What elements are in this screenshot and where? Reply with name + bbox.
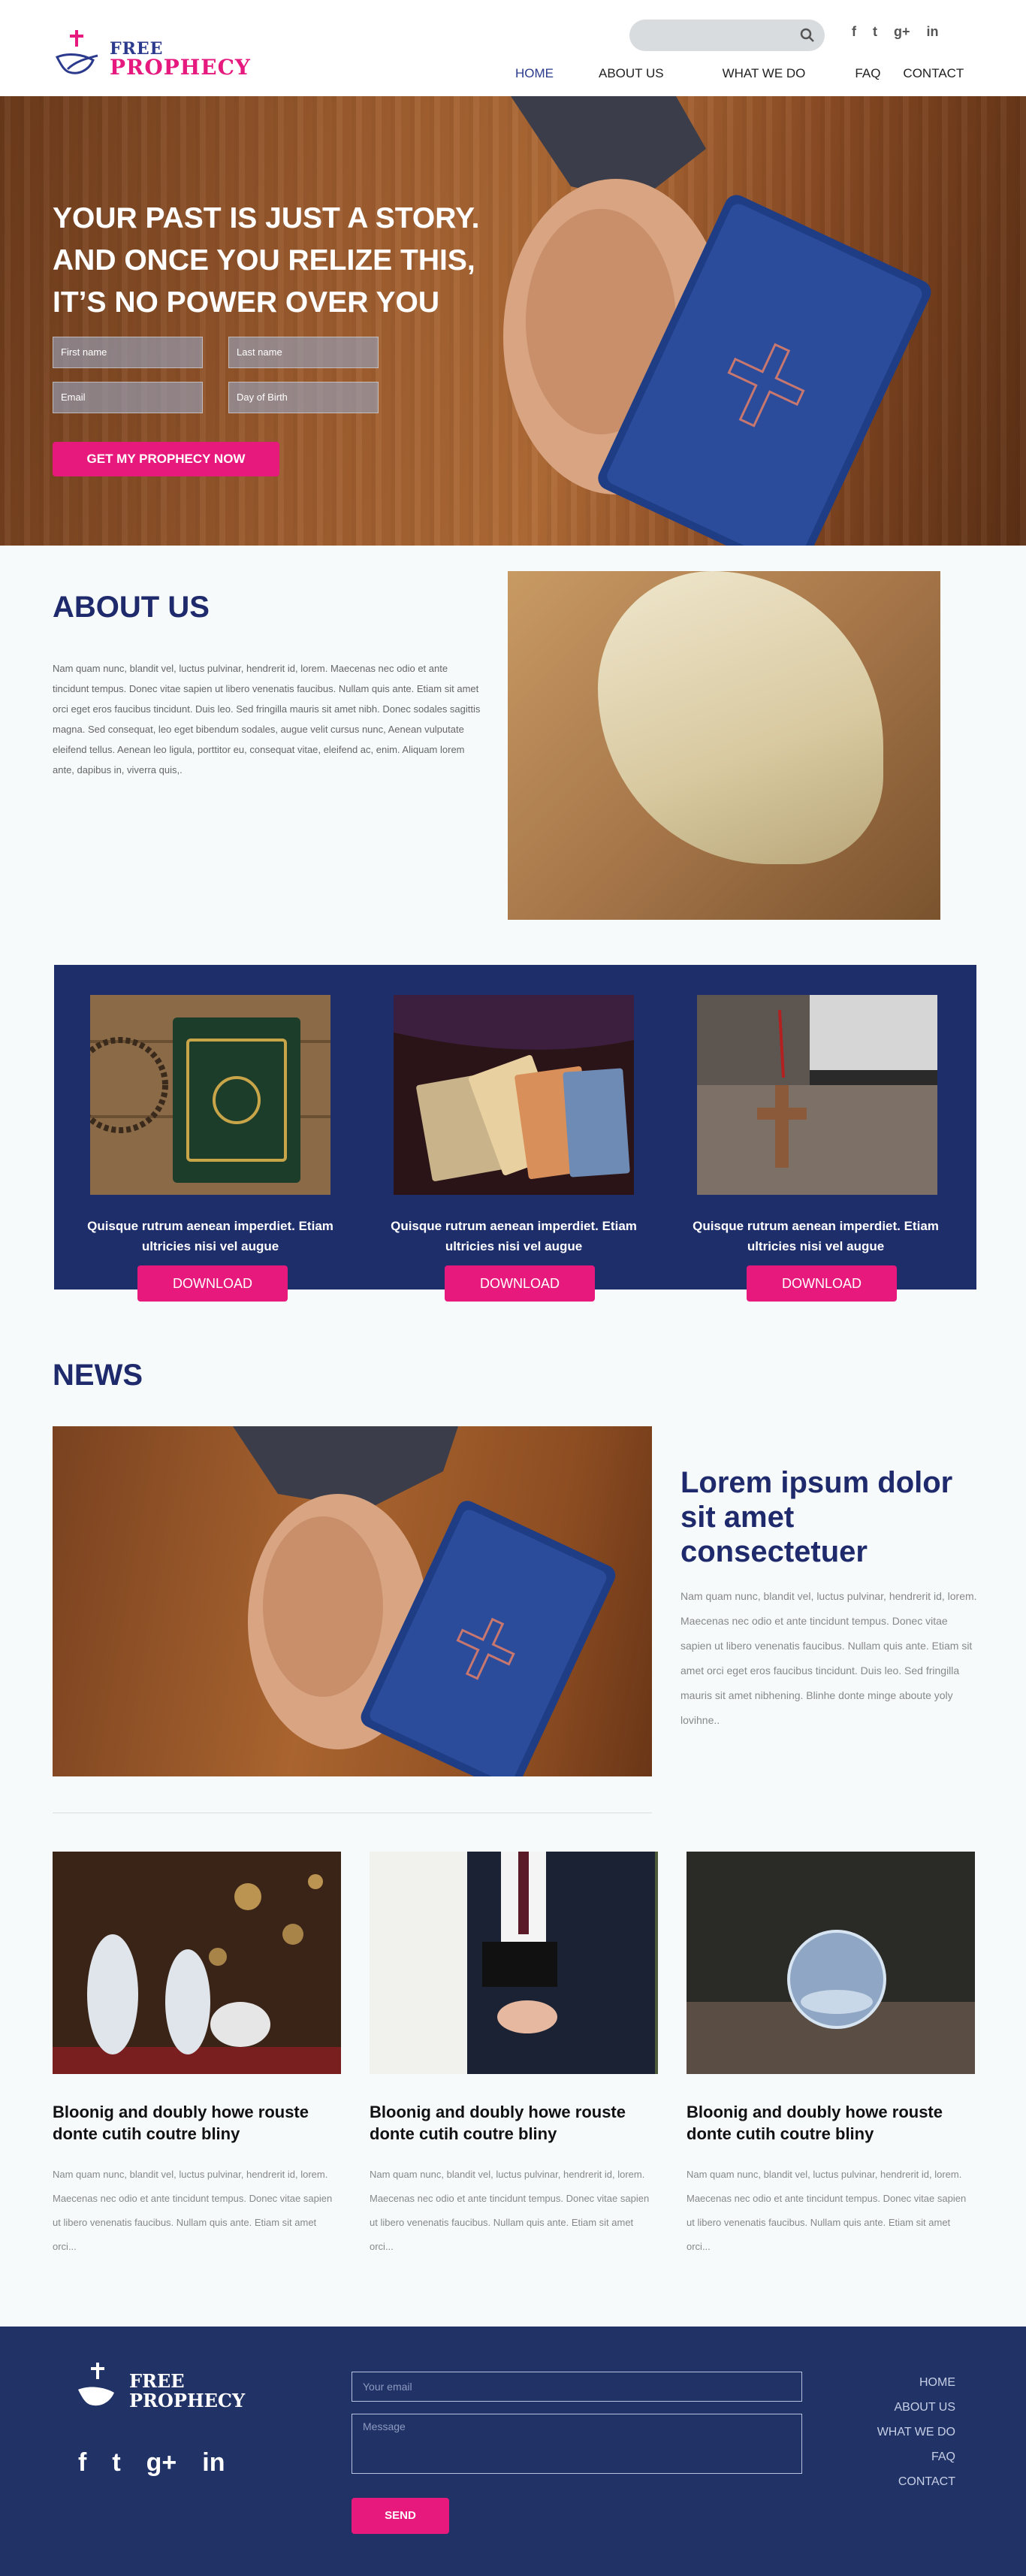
post-title[interactable]: Bloonig and doubly howe rouste donte cut… [687, 2101, 975, 2145]
footer-brand-line-2: PROPHECY [129, 2390, 246, 2411]
brand-line-2: PROPHECY [110, 55, 251, 80]
email-field[interactable]: Email [53, 382, 203, 413]
post-title[interactable]: Bloonig and doubly howe rouste donte cut… [370, 2101, 658, 2145]
search-icon[interactable] [799, 27, 816, 44]
about-section: ABOUT US Nam quam nunc, blandit vel, luc… [0, 546, 1026, 966]
twitter-icon[interactable]: t [873, 24, 877, 40]
post-image-crystal-ball [687, 1852, 975, 2074]
post-image-nativity [53, 1852, 341, 2074]
card-title: Quisque rutrum aenean imperdiet. Etiam u… [693, 1219, 939, 1253]
date-of-birth-field[interactable]: Day of Birth [228, 382, 379, 413]
twitter-icon[interactable]: t [112, 2448, 120, 2478]
main-nav: HOME ABOUT US WHAT WE DO FAQ CONTACT [515, 66, 964, 81]
post-title[interactable]: Bloonig and doubly howe rouste donte cut… [53, 2101, 341, 2145]
about-image [508, 571, 940, 920]
hero-banner: YOUR PAST IS JUST A STORY. AND ONCE YOU … [0, 96, 1026, 546]
post-image-wedding [370, 1852, 658, 2074]
social-links: f t g+ in [852, 24, 939, 40]
news-body: Nam quam nunc, blandit vel, luctus pulvi… [680, 1590, 977, 1726]
nav-about-us[interactable]: ABOUT US [599, 66, 664, 81]
nav-what-we-do[interactable]: WHAT WE DO [723, 66, 806, 81]
hero-headline: YOUR PAST IS JUST A STORY. AND ONCE YOU … [53, 202, 480, 319]
footer-brand-line-1: FREE [129, 2370, 185, 2392]
footer-message-field[interactable]: Message [352, 2414, 802, 2474]
brand-name: FREE PROPHECY [110, 41, 251, 78]
post-excerpt: Nam quam nunc, blandit vel, luctus pulvi… [53, 2169, 333, 2252]
download-button[interactable]: DOWNLOAD [137, 1265, 288, 1302]
footer-nav: HOME ABOUT US WHAT WE DO FAQ CONTACT [877, 2370, 955, 2494]
facebook-icon[interactable]: f [78, 2448, 86, 2478]
post-excerpt: Nam quam nunc, blandit vel, luctus pulvi… [687, 2169, 967, 2252]
footer-dove-cross-icon [78, 2363, 114, 2406]
nav-faq[interactable]: FAQ [855, 66, 880, 81]
send-button[interactable]: SEND [352, 2498, 449, 2534]
about-title: ABOUT US [53, 591, 210, 624]
news-title: NEWS [53, 1359, 143, 1392]
footer-logo[interactable]: FREE PROPHECY [75, 2360, 245, 2423]
linkedin-icon[interactable]: in [927, 24, 939, 40]
robe-figure [598, 571, 883, 864]
logo[interactable]: FREE PROPHECY [53, 27, 251, 92]
footer-email-field[interactable]: Your email [352, 2372, 802, 2402]
google-plus-icon[interactable]: g+ [146, 2448, 177, 2478]
card-image-quran [90, 995, 330, 1195]
get-prophecy-button[interactable]: GET MY PROPHECY NOW [53, 442, 279, 476]
last-name-field[interactable]: Last name [228, 337, 379, 368]
about-text: Nam quam nunc, blandit vel, luctus pulvi… [53, 663, 481, 776]
footer-nav-home[interactable]: HOME [877, 2370, 955, 2395]
nav-contact[interactable]: CONTACT [903, 66, 964, 81]
footer-nav-contact[interactable]: CONTACT [877, 2469, 955, 2494]
footer-nav-faq[interactable]: FAQ [877, 2444, 955, 2469]
dove-cross-logo-icon [55, 30, 98, 74]
news-headline[interactable]: Lorem ipsum dolor sit amet consectetuer [680, 1465, 981, 1569]
news-image-illustration [233, 1426, 616, 1776]
google-plus-icon[interactable]: g+ [894, 24, 910, 40]
news-feature-image [53, 1426, 652, 1776]
card-image-cross [697, 995, 937, 1195]
card-image-tarot [394, 995, 634, 1195]
footer-brand: FREE PROPHECY [129, 2372, 245, 2411]
nav-home[interactable]: HOME [515, 66, 554, 81]
download-button[interactable]: DOWNLOAD [747, 1265, 897, 1302]
site-footer: FREE PROPHECY f t g+ in Your email Messa… [0, 2327, 1026, 2576]
footer-nav-what-we-do[interactable]: WHAT WE DO [877, 2420, 955, 2444]
site-header: FREE PROPHECY f t g+ in HOME ABOUT US WH… [0, 0, 1026, 96]
facebook-icon[interactable]: f [852, 24, 856, 40]
first-name-field[interactable]: First name [53, 337, 203, 368]
card-title: Quisque rutrum aenean imperdiet. Etiam u… [391, 1219, 637, 1253]
footer-social-links: f t g+ in [78, 2448, 225, 2478]
downloads-band: Quisque rutrum aenean imperdiet. Etiam u… [54, 965, 976, 1302]
search-input[interactable] [629, 20, 825, 51]
card-title: Quisque rutrum aenean imperdiet. Etiam u… [87, 1219, 333, 1253]
download-button[interactable]: DOWNLOAD [445, 1265, 595, 1302]
linkedin-icon[interactable]: in [202, 2448, 225, 2478]
post-excerpt: Nam quam nunc, blandit vel, luctus pulvi… [370, 2169, 650, 2252]
footer-nav-about-us[interactable]: ABOUT US [877, 2395, 956, 2420]
